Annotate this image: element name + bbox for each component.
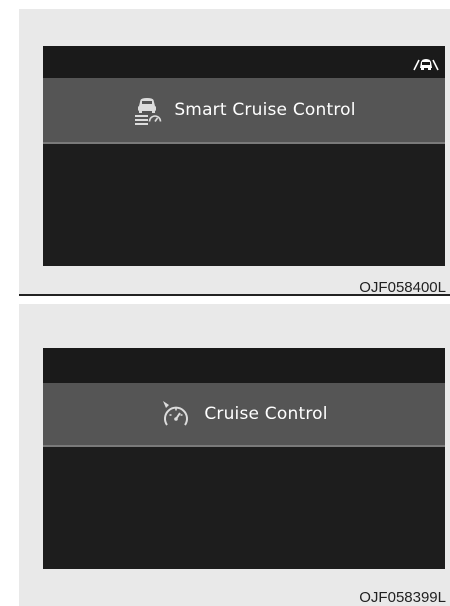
display-message-area [43,144,445,266]
figure-code: OJF058399L [359,589,446,606]
panel-title: Smart Cruise Control [174,100,356,120]
figure-code: OJF058400L [359,279,446,296]
cluster-display-cruise: Cruise Control [43,348,445,569]
display-message-area [43,447,445,569]
title-band: Cruise Control [43,383,445,447]
panel-title: Cruise Control [204,404,328,424]
display-top-bar [43,46,445,78]
display-top-bar [43,348,445,383]
smart-cruise-control-icon [132,95,162,125]
title-band: Smart Cruise Control [43,78,445,144]
vehicle-ahead-icon [411,54,441,72]
cluster-display-smart-cruise: Smart Cruise Control [43,46,445,266]
cruise-control-icon [160,399,192,429]
